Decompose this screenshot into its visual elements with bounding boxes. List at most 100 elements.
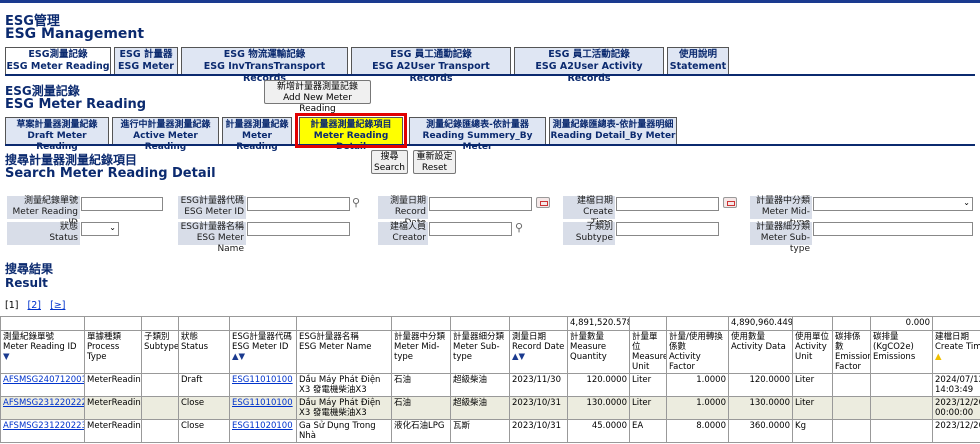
tab-statement[interactable]: 使用說明 Statement <box>667 47 729 74</box>
cell-ef <box>832 419 871 443</box>
col-emission-factor: 碳排係數 Emission Factor <box>832 330 871 374</box>
cell-subtype <box>141 419 179 443</box>
cell-process: MeterReading <box>84 396 142 420</box>
search-button[interactable]: 搜尋 Search <box>371 150 408 174</box>
cell-unit: Liter <box>629 373 667 397</box>
meter-code-search-icon[interactable]: ⚲ <box>352 196 360 209</box>
sum-measure-quantity: 4,891,520.5783 <box>567 316 630 331</box>
cell-sub-type: 瓦斯 <box>450 419 510 443</box>
tab-inv-trans-transport[interactable]: ESG 物流運輸記錄 ESG InvTransTransport Records <box>181 47 348 84</box>
subtab-meter-reading[interactable]: 計量器測量紀錄 Meter Reading <box>222 117 292 152</box>
cell-qty: 120.0000 <box>567 373 630 397</box>
cell-record-date: 2023/10/31 <box>509 419 568 443</box>
creator-input[interactable] <box>429 222 512 236</box>
cell-activity-unit: Liter <box>792 373 833 397</box>
cell-status: Draft <box>178 373 230 397</box>
status-label: 狀態 Status <box>7 222 80 245</box>
record-date-calendar-icon[interactable] <box>536 197 550 208</box>
pager-last-link[interactable]: [≥] <box>50 300 65 311</box>
search-title-en: Search Meter Reading Detail <box>5 166 216 181</box>
col-emissions: 碳排量 (KgCO2e) Emissions <box>870 330 933 374</box>
cell-mid-type: 液化石油LPG <box>391 419 451 443</box>
cell-activity: 360.0000 <box>728 419 793 443</box>
col-record-date[interactable]: 測量日期 Record Date ▲▼ <box>509 330 568 374</box>
subtype-input[interactable] <box>616 222 719 236</box>
sort-desc-icon: ▼ <box>3 352 10 362</box>
creator-label: 建檔人員 Creator <box>378 222 428 245</box>
meter-id-link[interactable]: ESG11010100 <box>232 375 293 385</box>
cell-meter-name: Ga Sử Dụng Trong Nhà <box>296 419 392 443</box>
subtab-active-meter-reading[interactable]: 進行中計量器測量紀錄 Active Meter Reading <box>112 117 219 152</box>
cell-process: MeterReading <box>84 373 142 397</box>
tab-esg-meter-reading[interactable]: ESG測量記錄 ESG Meter Reading <box>5 47 111 74</box>
col-meter-id[interactable]: ESG計量器代碼 ESG Meter ID ▲▼ <box>229 330 297 374</box>
meter-code-input[interactable] <box>247 197 350 211</box>
col-reading-id[interactable]: 測量紀錄單號 Meter Reading ID ▼ <box>0 330 85 374</box>
top-border <box>0 0 980 3</box>
create-time-calendar-icon[interactable] <box>723 197 737 208</box>
sub-tabs: 草案計量器測量紀錄 Draft Meter Reading 進行中計量器測量紀錄 A… <box>5 113 975 152</box>
app-title-en: ESG Management <box>5 26 145 42</box>
subtab-reading-summary-by-meter[interactable]: 測量紀錄匯總表-依計量器 Reading Summery_By Meter <box>409 117 546 152</box>
col-activity-unit: 使用單位 Activity Unit <box>792 330 833 374</box>
cell-factor: 1.0000 <box>666 396 729 420</box>
col-meter-name: ESG計量器名稱 ESG Meter Name <box>296 330 392 374</box>
results-table: 4,891,520.5783 4,890,960.4493 0.000 測量紀錄… <box>0 316 980 443</box>
table-row: AFSMSG231220223 MeterReading Close ESG11… <box>0 419 980 443</box>
cell-qty: 45.0000 <box>567 419 630 443</box>
meter-name-input[interactable] <box>247 222 350 236</box>
creator-search-icon[interactable]: ⚲ <box>515 221 523 234</box>
add-new-meter-reading-button[interactable]: 新增計量器測量記錄 Add New Meter Reading <box>264 80 371 114</box>
mid-type-select[interactable]: ⌄ <box>813 197 973 211</box>
cell-activity: 130.0000 <box>728 396 793 420</box>
cell-sub-type: 超級柴油 <box>450 396 510 420</box>
table-row: AFSMSG231220222 MeterReading Close ESG11… <box>0 396 980 420</box>
cell-emissions <box>870 419 933 443</box>
col-sub-type: 計量器細分類 Meter Sub-type <box>450 330 510 374</box>
sort-icon: ▲▼ <box>512 352 526 362</box>
status-select[interactable]: ⌄ <box>81 222 119 236</box>
sub-type-input[interactable] <box>813 222 973 236</box>
meter-name-label: ESG計量器名稱 ESG Meter Name <box>178 222 246 254</box>
cell-created: 2024/07/12 14:03:49 <box>932 373 980 397</box>
subtab-reading-detail-by-meter[interactable]: 測量紀錄匯總表-依計量器明細 Reading Detail_By Meter <box>549 117 677 144</box>
subtab-draft-meter-reading[interactable]: 草案計量器測量紀錄 Draft Meter Reading <box>5 117 109 152</box>
cell-created: 2023/12/20 <box>932 419 980 443</box>
cell-activity: 120.0000 <box>728 373 793 397</box>
reset-button[interactable]: 重新設定 Reset <box>413 150 456 174</box>
create-time-label: 建檔日期Create Time <box>563 196 615 228</box>
cell-mid-type: 石油 <box>391 396 451 420</box>
mid-type-label: 計量器中分類Meter Mid-type <box>750 196 812 228</box>
cell-record-date: 2023/11/30 <box>509 373 568 397</box>
subtab-meter-reading-detail[interactable]: 計量器測量紀錄項目 Meter Reading Detail <box>295 113 407 152</box>
sum-emissions: 0.000 <box>870 316 933 331</box>
tab-esg-meter[interactable]: ESG 計量器 ESG Meter <box>114 47 178 74</box>
col-subtype: 子類別 Subtype <box>141 330 179 374</box>
cell-created: 2023/12/20 00:00:00 <box>932 396 980 420</box>
sub-type-label: 計量器細分類 Meter Sub-type <box>750 222 812 254</box>
results-title-en: Result <box>5 276 48 290</box>
meter-code-label: ESG計量器代碼 ESG Meter ID <box>178 196 246 219</box>
record-date-input[interactable] <box>429 197 532 211</box>
pager: [1] [2] [≥] <box>5 300 65 311</box>
cell-meter-name: Dầu Máy Phát Điện X3 發電機柴油X3 <box>296 396 392 420</box>
cell-ef <box>832 373 871 397</box>
tab-a2user-transport[interactable]: ESG 員工通勤記錄 ESG A2User Transport Records <box>351 47 511 84</box>
col-create-time[interactable]: 建檔日期Create Time▲ <box>932 330 980 374</box>
col-measure-quantity: 計量數量 Measure Quantity <box>567 330 630 374</box>
reading-id-link[interactable]: AFSMSG231220222 <box>3 398 84 408</box>
cell-status: Close <box>178 396 230 420</box>
reading-id-input[interactable] <box>81 197 163 211</box>
cell-sub-type: 超級柴油 <box>450 373 510 397</box>
reading-id-link[interactable]: AFSMSG231220223 <box>3 421 84 431</box>
create-time-input[interactable] <box>616 197 719 211</box>
chevron-down-icon: ⌄ <box>109 223 116 232</box>
meter-id-link[interactable]: ESG11010100 <box>232 398 293 408</box>
col-activity-data: 使用數量 Activity Data <box>728 330 793 374</box>
tab-a2user-activity[interactable]: ESG 員工活動記錄 ESG A2User Activity Records <box>514 47 664 84</box>
record-date-label: 測量日期Record Date <box>378 196 428 228</box>
cell-mid-type: 石油 <box>391 373 451 397</box>
reading-id-link[interactable]: AFSMSG240712001 <box>3 375 84 385</box>
pager-next-link[interactable]: [2] <box>28 300 41 311</box>
meter-id-link[interactable]: ESG11020100 <box>232 421 293 431</box>
